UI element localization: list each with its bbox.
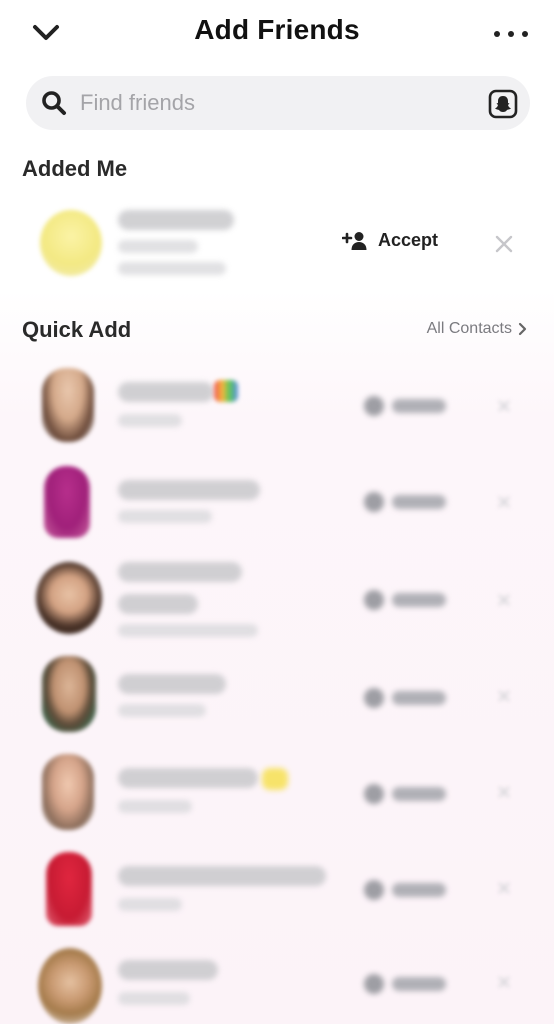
all-contacts-label: All Contacts: [426, 320, 512, 337]
blurred-display-name: [118, 866, 326, 886]
search-icon: [42, 91, 66, 115]
blurred-display-name: [118, 960, 218, 980]
close-icon[interactable]: [498, 882, 510, 894]
page-title: Add Friends: [194, 14, 360, 45]
add-button-blurred[interactable]: [364, 394, 454, 418]
blurred-display-name-line2: [118, 594, 198, 614]
blurred-display-name: [118, 674, 226, 694]
close-icon[interactable]: [498, 594, 510, 606]
blurred-display-name: [118, 768, 258, 788]
blurred-display-name: [118, 562, 242, 582]
blurred-username: [118, 240, 198, 253]
blurred-username: [118, 510, 212, 523]
chevron-right-icon: [518, 322, 527, 336]
avatar: [42, 368, 94, 442]
quick-add-row[interactable]: [0, 840, 554, 936]
more-horizontal-icon[interactable]: [494, 22, 528, 46]
search-input[interactable]: [80, 86, 470, 120]
quick-add-heading: Quick Add: [22, 317, 132, 342]
add-button-blurred[interactable]: [364, 490, 454, 514]
add-friend-icon: [342, 231, 367, 250]
quick-add-row[interactable]: [0, 454, 554, 550]
all-contacts-link[interactable]: All Contacts: [427, 320, 528, 338]
blurred-display-name: [118, 382, 214, 402]
close-icon[interactable]: [498, 496, 510, 508]
emoji-badge: [214, 380, 238, 402]
blurred-username: [118, 898, 182, 911]
quick-add-row[interactable]: [0, 646, 554, 742]
add-friends-screen: Add Friends Added Me Accept: [0, 0, 554, 1024]
add-button-blurred[interactable]: [364, 782, 454, 806]
add-button-blurred[interactable]: [364, 972, 454, 996]
accept-button[interactable]: Accept: [342, 230, 438, 251]
emoji-badge: [262, 768, 288, 790]
blurred-username: [118, 704, 206, 717]
blurred-username: [118, 414, 182, 427]
blurred-display-name: [118, 480, 260, 500]
snapcode-scan-icon[interactable]: [488, 89, 518, 119]
avatar: [36, 562, 102, 634]
avatar: [38, 948, 102, 1024]
blurred-username: [118, 800, 192, 813]
accept-label: Accept: [378, 230, 439, 250]
header-bar: Add Friends: [0, 0, 554, 68]
blurred-added-via: [118, 262, 226, 275]
blurred-username: [118, 992, 190, 1005]
search-bar[interactable]: [26, 76, 530, 130]
added-me-row[interactable]: Accept: [0, 196, 554, 292]
close-icon[interactable]: [498, 400, 510, 412]
close-icon[interactable]: [494, 234, 514, 254]
close-icon[interactable]: [498, 976, 510, 988]
quick-add-row[interactable]: [0, 936, 554, 1024]
add-button-blurred[interactable]: [364, 878, 454, 902]
avatar: [46, 852, 92, 926]
add-button-blurred[interactable]: [364, 588, 454, 612]
avatar: [42, 754, 94, 830]
quick-add-row[interactable]: [0, 550, 554, 646]
quick-add-row[interactable]: [0, 742, 554, 838]
added-me-heading: Added Me: [22, 156, 128, 181]
avatar: [40, 210, 102, 276]
quick-add-row[interactable]: [0, 358, 554, 454]
avatar: [44, 466, 90, 538]
add-button-blurred[interactable]: [364, 686, 454, 710]
close-icon[interactable]: [498, 786, 510, 798]
blurred-username: [118, 624, 258, 637]
blurred-display-name: [118, 210, 234, 230]
close-icon[interactable]: [498, 690, 510, 702]
avatar: [42, 656, 96, 732]
